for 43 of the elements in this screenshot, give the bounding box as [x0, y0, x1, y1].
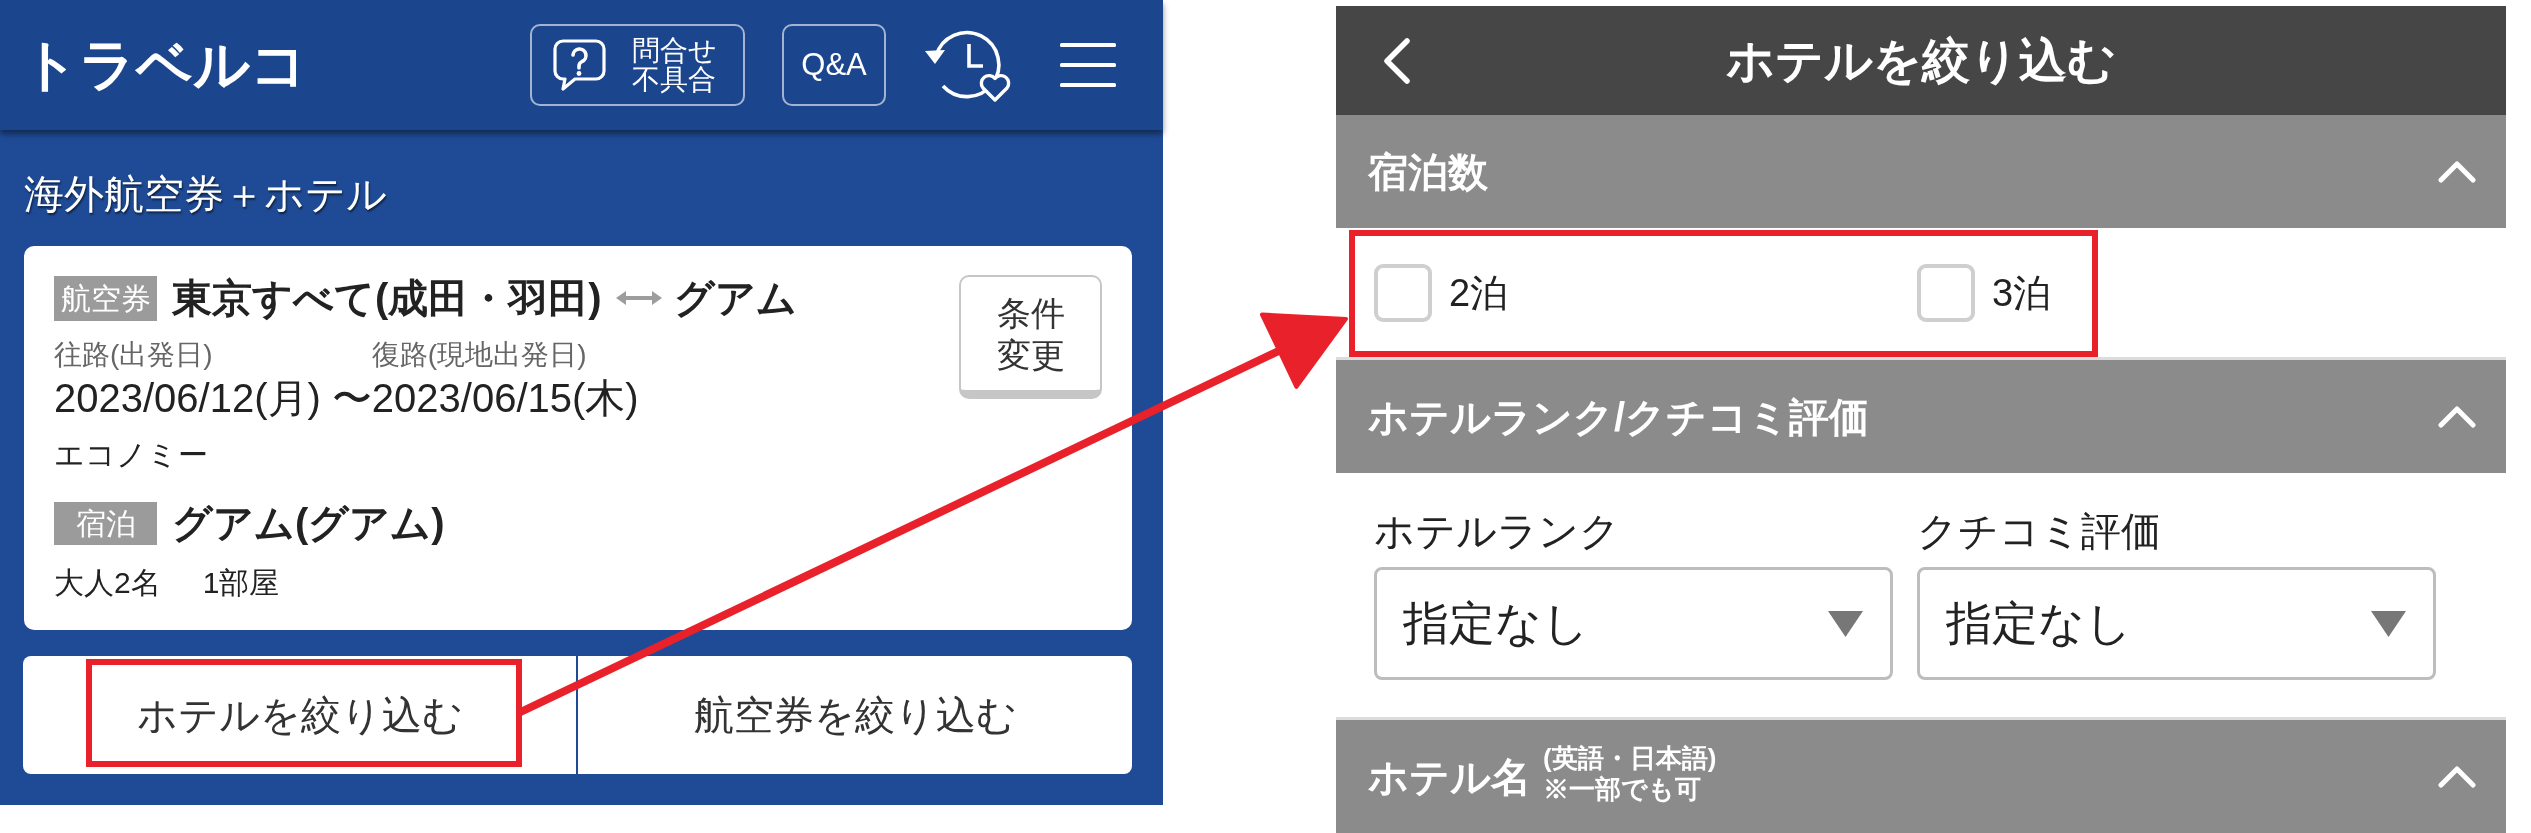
option-label: 3泊	[1992, 270, 2052, 315]
date-label: 往路(出発日)	[54, 339, 214, 371]
screen-title: ホテルを絞り込む	[1726, 32, 2116, 89]
back-icon[interactable]	[1381, 36, 1411, 85]
caret-icon	[2371, 610, 2406, 637]
guest-count: 大人2名	[54, 565, 161, 601]
qa-button[interactable]: Q&A	[782, 24, 886, 106]
route-destination: グアム	[673, 275, 797, 321]
section-title: 宿泊数	[1368, 148, 1488, 196]
filter-button[interactable]: ホテルを絞り込む	[23, 656, 578, 774]
category-tag: 航空券	[54, 275, 157, 321]
caret-icon	[1828, 610, 1863, 637]
section-note: (英語・日本語)	[1543, 742, 1717, 774]
section-title: ホテルランク/クチコミ評価	[1368, 393, 1870, 441]
filter-button[interactable]: 航空券を絞り込む	[578, 656, 1132, 774]
logo: トラベルコ	[22, 33, 307, 97]
category-tag: 宿泊	[54, 501, 157, 545]
double-arrow-icon	[615, 290, 662, 306]
page-heading: 海外航空券＋ホテル	[24, 171, 387, 218]
dropdown-field[interactable]: 指定なし	[1374, 567, 1893, 680]
change-conditions-button[interactable]: 条件 変更	[959, 275, 1102, 399]
date-separator: 〜	[331, 375, 372, 421]
route-origin: 東京すべて(成田・羽田)	[172, 275, 602, 321]
menu-icon[interactable]	[1060, 42, 1116, 88]
cabin-class: エコノミー	[54, 437, 208, 473]
departure-date: 2023/06/12(月)	[54, 375, 321, 421]
checkbox[interactable]	[1374, 263, 1432, 322]
room-count: 1部屋	[202, 565, 280, 601]
chevron-up-icon[interactable]	[2438, 160, 2476, 183]
section-note: ※一部でも可	[1543, 773, 1702, 805]
section-title: ホテル名	[1368, 753, 1531, 801]
dropdown-field[interactable]: 指定なし	[1917, 567, 2436, 680]
field-label: クチコミ評価	[1917, 508, 2162, 555]
inquiry-button[interactable]: 問合せ 不具合	[530, 24, 745, 106]
hotel-location: グアム(グアム)	[172, 500, 445, 546]
date-label: 復路(現地出発日)	[371, 339, 588, 371]
option-label: 2泊	[1449, 270, 1509, 315]
question-bubble-icon	[553, 39, 606, 91]
field-label: ホテルランク	[1374, 508, 1621, 555]
chevron-up-icon[interactable]	[2438, 765, 2476, 788]
chevron-up-icon[interactable]	[2438, 405, 2476, 428]
return-date: 2023/06/15(木)	[371, 375, 639, 421]
checkbox[interactable]	[1917, 263, 1975, 322]
